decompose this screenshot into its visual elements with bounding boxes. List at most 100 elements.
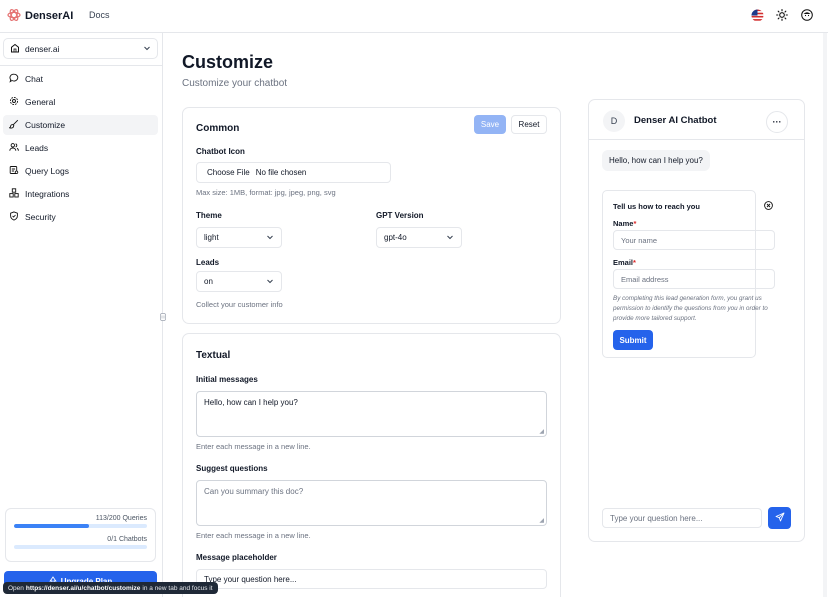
gpt-version-select[interactable]: gpt-4o	[376, 227, 462, 248]
chevron-down-icon	[266, 233, 274, 243]
brand[interactable]: DenserAI	[7, 8, 73, 24]
chatbots-usage-text: 0/1 Chatbots	[107, 536, 147, 543]
building-icon	[10, 43, 20, 55]
submit-button[interactable]: Submit	[613, 330, 653, 350]
send-button[interactable]	[768, 507, 791, 529]
logs-icon	[9, 165, 19, 177]
status-bar-link-preview: Open https://denser.ai/u/chatbot/customi…	[3, 582, 218, 594]
chatbot-name: Denser AI Chatbot	[634, 115, 717, 126]
sidebar-item-label: Query Logs	[25, 166, 69, 176]
common-settings-card: Common Save Reset Chatbot Icon Choose Fi…	[182, 107, 561, 324]
sidebar: denser.ai Chat General Customize Leads Q…	[0, 33, 163, 597]
initial-messages-hint: Enter each message in a new line.	[196, 442, 311, 451]
email-field[interactable]: Email address	[613, 269, 775, 289]
brush-icon	[8, 119, 19, 131]
page-scrollbar[interactable]	[823, 33, 827, 597]
gpt-version-value: gpt-4o	[384, 233, 407, 242]
chatbot-preview: D Denser AI Chatbot ··· Hello, how can I…	[588, 99, 805, 542]
main-content: Customize Customize your chatbot Common …	[163, 33, 828, 597]
users-icon	[9, 142, 19, 154]
theme-value: light	[204, 233, 219, 242]
chat-input-placeholder: Type your question here...	[610, 513, 703, 523]
docs-link[interactable]: Docs	[89, 10, 110, 20]
sidebar-item-label: General	[25, 97, 56, 107]
sidebar-item-label: Integrations	[25, 189, 70, 199]
usage-card: 113/200 Queries 0/1 Chatbots	[5, 508, 156, 562]
save-button[interactable]: Save	[474, 115, 506, 134]
initial-messages-textarea[interactable]: Hello, how can I help you? ◢	[196, 391, 547, 437]
suggest-questions-label: Suggest questions	[196, 464, 268, 473]
brand-logo-icon	[7, 8, 21, 24]
chat-header: D Denser AI Chatbot ···	[589, 100, 804, 140]
choose-file-button[interactable]: Choose File	[207, 168, 250, 177]
queries-progress-bar	[14, 524, 147, 528]
sidebar-item-query-logs[interactable]: Query Logs	[3, 161, 158, 181]
name-placeholder: Your name	[621, 235, 657, 245]
chevron-down-icon	[266, 277, 274, 287]
suggest-questions-hint: Enter each message in a new line.	[196, 531, 311, 540]
chatbots-progress-bar	[14, 545, 147, 549]
textual-card-title: Textual	[196, 350, 231, 361]
gpt-version-label: GPT Version	[376, 211, 424, 220]
lead-form-consent-note: By completing this lead generation form,…	[613, 295, 768, 322]
theme-select[interactable]: light	[196, 227, 282, 248]
flag-us-icon[interactable]	[750, 8, 764, 22]
chatbot-icon-file-input[interactable]: Choose File No file chosen	[196, 162, 391, 183]
theme-label: Theme	[196, 211, 222, 220]
page-title: Customize	[182, 52, 274, 72]
more-options-button[interactable]: ···	[766, 111, 788, 133]
gear-icon	[9, 96, 19, 108]
message-placeholder-value: Type your question here...	[204, 574, 297, 584]
chatbot-avatar: D	[603, 110, 625, 132]
initial-messages-value: Hello, how can I help you?	[204, 398, 298, 407]
org-selector[interactable]: denser.ai	[3, 38, 158, 59]
common-card-title: Common	[196, 123, 240, 134]
shield-icon	[9, 211, 19, 223]
chatbot-icon-label: Chatbot Icon	[196, 147, 245, 156]
initial-messages-label: Initial messages	[196, 375, 258, 384]
chevron-down-icon	[446, 233, 454, 243]
brand-name: DenserAI	[25, 10, 74, 22]
message-placeholder-input[interactable]: Type your question here...	[196, 569, 547, 589]
sidebar-item-customize[interactable]: Customize	[3, 115, 158, 135]
sidebar-item-integrations[interactable]: Integrations	[3, 184, 158, 204]
sidebar-item-security[interactable]: Security	[3, 207, 158, 227]
top-bar: DenserAI Docs	[0, 0, 828, 33]
lead-form-title: Tell us how to reach you	[613, 202, 700, 211]
resize-grip-icon[interactable]: ◢	[539, 428, 544, 435]
sidebar-divider	[0, 65, 163, 66]
resize-grip-icon[interactable]: ◢	[539, 517, 544, 524]
status-prefix: Open	[8, 584, 24, 592]
leads-hint: Collect your customer info	[196, 300, 283, 309]
sidebar-item-general[interactable]: General	[3, 92, 158, 112]
send-icon	[775, 512, 785, 524]
sidebar-item-leads[interactable]: Leads	[3, 138, 158, 158]
leads-select[interactable]: on	[196, 271, 282, 292]
reset-button[interactable]: Reset	[511, 115, 547, 134]
page-subtitle: Customize your chatbot	[182, 78, 288, 89]
integrations-icon	[9, 188, 19, 200]
user-avatar-icon[interactable]	[800, 8, 814, 22]
message-placeholder-label: Message placeholder	[196, 553, 277, 562]
textual-settings-card: Textual Initial messages Hello, how can …	[182, 333, 561, 597]
close-circle-icon[interactable]	[764, 201, 773, 212]
queries-usage-text: 113/200 Queries	[95, 515, 147, 522]
suggest-questions-textarea[interactable]: Can you summary this doc? ◢	[196, 480, 547, 526]
sidebar-item-label: Chat	[25, 74, 43, 84]
sun-icon[interactable]	[775, 8, 789, 22]
chat-icon	[9, 73, 19, 85]
sidebar-item-chat[interactable]: Chat	[3, 69, 158, 89]
status-suffix: in a new tab and focus it	[142, 584, 213, 592]
no-file-text: No file chosen	[255, 168, 307, 177]
suggest-questions-placeholder: Can you summary this doc?	[204, 487, 304, 496]
name-field[interactable]: Your name	[613, 230, 775, 250]
sidebar-nav: Chat General Customize Leads Query Logs …	[3, 69, 158, 230]
leads-value: on	[204, 277, 213, 286]
email-label: Email*	[613, 258, 636, 267]
email-placeholder: Email address	[621, 274, 669, 284]
icon-format-hint: Max size: 1MB, format: jpg, jpeg, png, s…	[196, 188, 336, 197]
sidebar-item-label: Customize	[25, 120, 66, 130]
sidebar-item-label: Security	[25, 212, 56, 222]
leads-label: Leads	[196, 258, 220, 267]
chat-question-input[interactable]: Type your question here...	[602, 508, 762, 528]
